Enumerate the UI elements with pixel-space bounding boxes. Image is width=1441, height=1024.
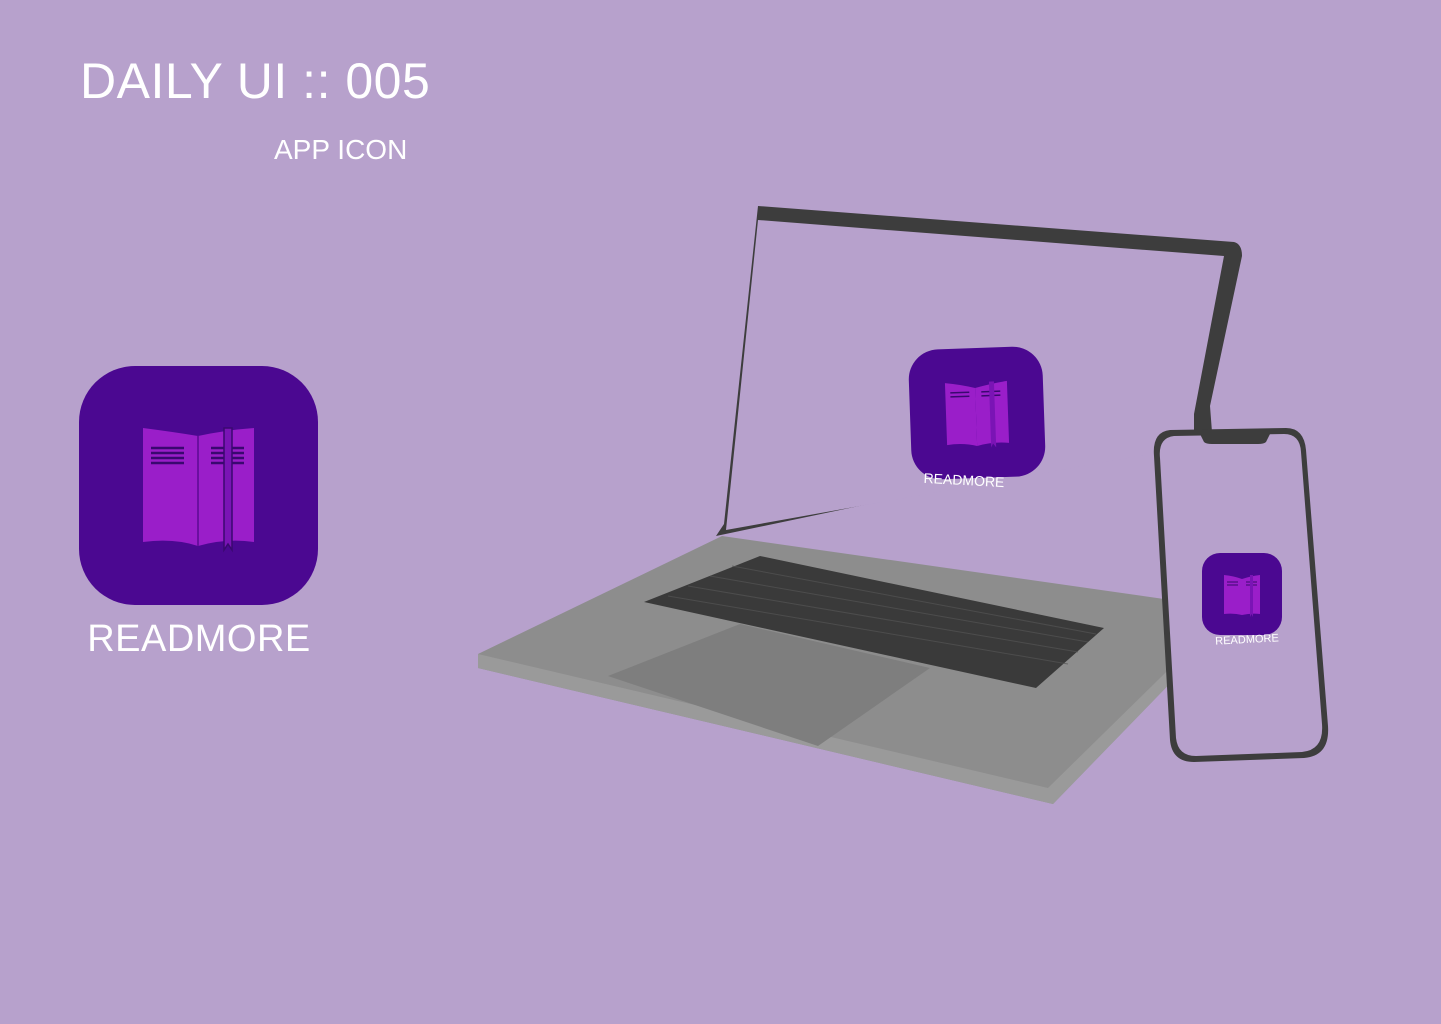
app-icon[interactable] bbox=[79, 366, 318, 605]
laptop-body bbox=[478, 536, 1218, 804]
open-book-icon bbox=[944, 380, 1010, 448]
laptop-app-icon[interactable] bbox=[907, 345, 1047, 481]
bookmark-ribbon bbox=[223, 427, 233, 553]
page-subtitle: APP ICON bbox=[274, 134, 408, 165]
page-title: DAILY UI :: 005 bbox=[80, 53, 431, 109]
phone-app-icon[interactable] bbox=[1202, 553, 1282, 635]
open-book-icon bbox=[143, 427, 254, 553]
app-icon-label: READMORE bbox=[87, 618, 311, 660]
open-book-icon bbox=[1224, 575, 1260, 617]
phone-notch bbox=[1200, 434, 1270, 444]
